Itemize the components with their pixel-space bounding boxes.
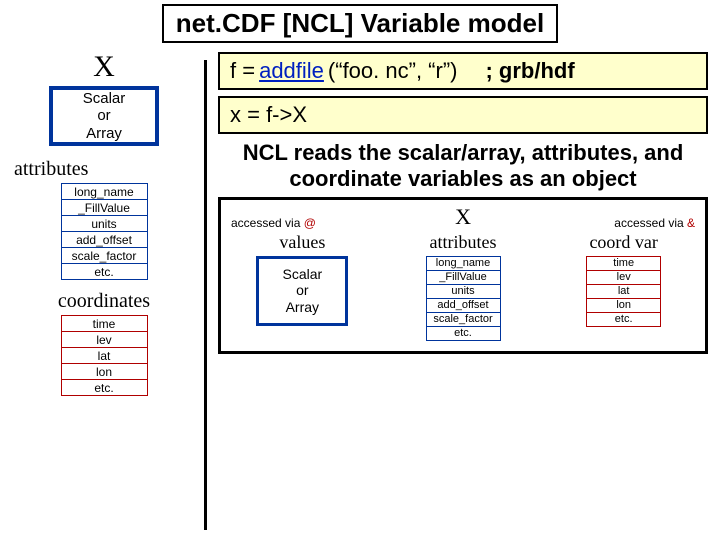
list-item: lev [61, 332, 147, 348]
list-item: etc. [587, 312, 661, 326]
list-item: etc. [61, 380, 147, 396]
list-item: time [61, 316, 147, 332]
list-item: add_offset [61, 232, 147, 248]
explanation-text: NCL reads the scalar/array, attributes, … [236, 140, 690, 193]
attributes-list: long_name _FillValue units add_offset sc… [61, 183, 148, 280]
code-text: (“foo. nc”, “r”) [328, 58, 458, 84]
list-item: _FillValue [426, 270, 500, 284]
object-x-label: X [386, 204, 541, 230]
accessed-via-amp: accessed via & [540, 216, 695, 230]
at-symbol: @ [304, 216, 316, 230]
list-item: lon [61, 364, 147, 380]
object-box: accessed via @ X accessed via & values S… [218, 197, 708, 354]
list-item: long_name [61, 184, 147, 200]
object-attributes-heading: attributes [430, 232, 497, 253]
page-title: net.CDF [NCL] Variable model [162, 4, 558, 43]
list-item: add_offset [426, 298, 500, 312]
accessed-via-at: accessed via @ [231, 216, 386, 230]
list-item: time [587, 256, 661, 270]
list-item: long_name [426, 256, 500, 270]
coordinates-list: time lev lat lon etc. [61, 315, 148, 396]
code-line-1: f = addfile (“foo. nc”, “r”) ; grb/hdf [218, 52, 708, 90]
object-attributes-list: long_name _FillValue units add_offset sc… [426, 256, 501, 341]
coord-var-heading: coord var [589, 232, 657, 253]
list-item: lat [61, 348, 147, 364]
scalar-array-box: ScalarorArray [49, 86, 159, 146]
list-item: lev [587, 270, 661, 284]
right-column: f = addfile (“foo. nc”, “r”) ; grb/hdf x… [218, 52, 708, 354]
vertical-divider [204, 60, 207, 530]
list-item: etc. [426, 326, 500, 340]
code-text: f = [230, 58, 255, 84]
attributes-heading: attributes [14, 158, 194, 181]
coordinates-heading: coordinates [14, 290, 194, 313]
code-line-2: x = f->X [218, 96, 708, 134]
list-item: units [426, 284, 500, 298]
list-item: etc. [61, 264, 147, 280]
variable-x-label: X [14, 50, 194, 84]
values-heading: values [279, 232, 325, 253]
ampersand-symbol: & [687, 216, 695, 230]
object-attributes-column: attributes long_name _FillValue units ad… [388, 232, 539, 341]
left-column: X ScalarorArray attributes long_name _Fi… [14, 50, 194, 396]
list-item: lat [587, 284, 661, 298]
values-box: ScalarorArray [256, 256, 348, 326]
addfile-function: addfile [259, 58, 324, 84]
code-text: x = f->X [230, 102, 307, 128]
list-item: units [61, 216, 147, 232]
list-item: scale_factor [426, 312, 500, 326]
list-item: lon [587, 298, 661, 312]
coord-var-list: time lev lat lon etc. [586, 256, 661, 327]
list-item: scale_factor [61, 248, 147, 264]
coord-var-column: coord var time lev lat lon etc. [548, 232, 699, 327]
list-item: _FillValue [61, 200, 147, 216]
values-column: values ScalarorArray [227, 232, 378, 326]
code-comment: ; grb/hdf [485, 58, 574, 84]
